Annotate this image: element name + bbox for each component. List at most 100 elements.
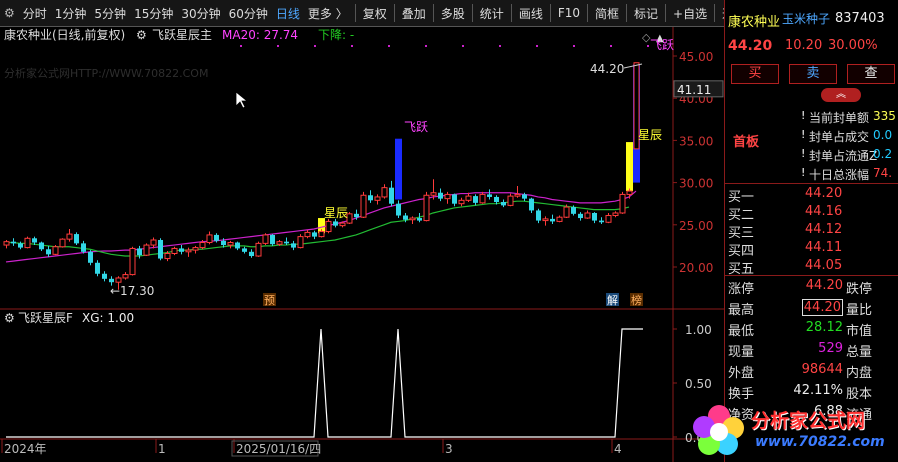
candle-body [381,187,388,198]
stat-label: 最高 [728,303,755,318]
period-tab[interactable]: 30分钟 [177,0,224,27]
marker-dot [536,45,538,47]
candle-body [501,202,506,206]
toolbar-button[interactable]: 复权 [359,0,391,27]
candle-body [221,240,226,246]
bid-row[interactable]: 买四 44.11 [725,239,898,259]
stat-row: 现量 529 总量 [725,340,898,360]
period-tab[interactable]: 15分钟 [130,0,177,27]
bid-price: 44.12 [805,222,843,237]
candle-body [109,278,114,283]
bid-row[interactable]: 买三 44.12 [725,221,898,241]
event-badge-jie[interactable]: 解 [607,293,618,307]
candle-body [325,220,332,233]
period-tab[interactable]: 日线 [272,0,304,27]
candle-body [3,241,10,246]
trade-buttons: 买卖查 [725,64,898,84]
toolbar-button[interactable]: 简框 [591,0,623,27]
candle-body [605,215,612,223]
x-axis-label: 2024年 [4,442,47,456]
toolbar-button[interactable]: 标记 [630,0,662,27]
candle-body [88,251,93,263]
gear-icon[interactable]: ⚙ [4,311,15,325]
toolbar-divider [665,4,667,22]
period-tab[interactable]: 分时 [19,0,51,27]
candle-body [46,249,51,255]
event-badge-bang[interactable]: 榜 [631,293,642,307]
xg-series [6,328,643,438]
x-axis-label: 1 [158,442,166,456]
signal-bar [626,142,633,192]
toolbar-button[interactable]: 叠加 [398,0,430,27]
toolbar-button[interactable]: +自选 [669,0,711,27]
marker-dot [573,45,575,47]
candle-body [438,192,443,199]
candle-body [59,238,66,248]
bid-row[interactable]: 买二 44.16 [725,203,898,223]
seal-info-label: 当前封单额 [809,111,870,125]
candle-body [95,262,100,274]
bid-row[interactable]: 买五 44.05 [725,257,898,277]
settings-icon[interactable]: ⚙ [0,0,19,27]
candle-body [563,206,570,218]
stat-label: 涨停 [728,282,755,297]
buy-button[interactable]: 买 [731,64,779,84]
candle-body [102,273,107,279]
toolbar-button[interactable]: 多股 [437,0,469,27]
candle-body [192,247,199,251]
seal-info-row: ! 十日总涨幅 74. [725,165,898,185]
candle-body [206,234,213,244]
query-button[interactable]: 查 [847,64,895,84]
stock-code: 837403 [835,11,885,26]
event-badge-yu[interactable]: 预 [264,294,275,307]
period-tab[interactable]: 60分钟 [225,0,272,27]
seal-info-value: 74. [873,166,893,180]
quote-panel: 康农种业 玉米种子 837403 44.20 10.20 30.00% 买卖查 ︽ 首板! 当前封… [693,0,898,462]
marker-dot [240,45,242,47]
logo-flower-icon [693,405,744,455]
sell-button[interactable]: 卖 [789,64,837,84]
x-axis-label: 3 [445,442,453,456]
seal-info-value: 0.2 [873,147,893,161]
candle-body [514,193,521,197]
candle-body [242,248,247,252]
period-tab[interactable]: 1分钟 [51,0,91,27]
collapse-row[interactable]: ︽ [725,88,898,108]
gear-icon[interactable]: ⚙ [136,28,147,42]
stat-label2: 内盘 [846,366,873,381]
info-icon: ! [801,147,806,160]
candle-body [137,248,142,256]
candle-body [578,213,583,219]
candle-body [150,239,157,246]
candle-body [164,252,171,260]
candle-body [214,234,219,241]
candle-body [452,194,457,204]
bid-row[interactable]: 买一 44.20 [725,185,898,205]
candle-body [409,217,416,221]
info-icon: ! [801,166,806,179]
candle-body [255,242,262,257]
candle-body [18,243,23,248]
last-price: 44.20 [728,38,773,54]
info-icon: ! [801,109,806,122]
candle-body [185,249,192,253]
period-tab[interactable]: 5分钟 [90,0,130,27]
candle-body [284,241,289,244]
chart-area[interactable]: 分析家公式网HTTP://WWW.70822.COM康农种业(日线,前复权) ⚙ 飞… [0,27,724,462]
stat-value: 529 [818,341,843,356]
toolbar-divider [432,4,434,22]
candle-body [11,241,16,244]
candle-body [333,221,338,226]
period-tab[interactable]: 更多 〉 [304,0,352,27]
xg-value: XG: 1.00 [82,311,134,325]
y-tick-label: 30.00 [679,177,713,191]
candle-body [374,196,381,201]
toolbar-button[interactable]: F10 [554,0,584,27]
toolbar-divider [549,4,551,22]
stat-row: 外盘 98644 内盘 [725,361,898,381]
toolbar-button[interactable]: 统计 [476,0,508,27]
collapse-chevron-icon[interactable]: ︽ [821,88,861,102]
toolbar-button[interactable]: 画线 [515,0,547,27]
stat-value: 98644 [801,362,843,377]
seal-info-row: ! 封单占成交 0.0 [725,127,898,147]
